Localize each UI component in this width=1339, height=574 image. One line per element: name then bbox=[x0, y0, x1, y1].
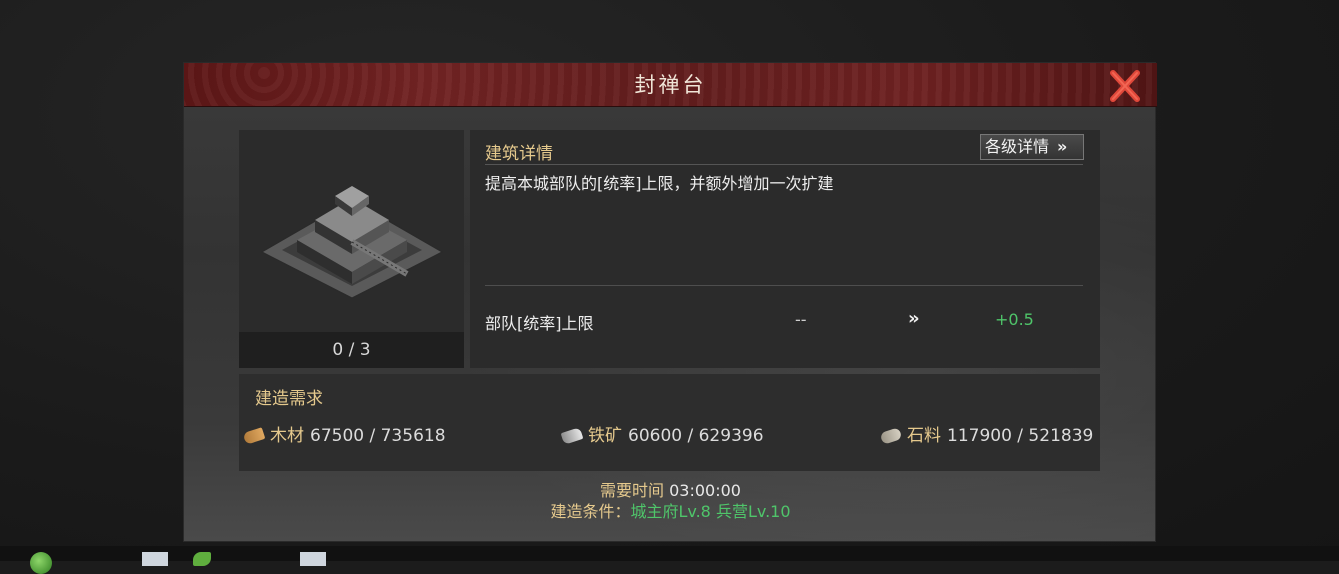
building-altar-image bbox=[260, 186, 444, 299]
divider bbox=[485, 285, 1083, 286]
resource-value: 117900 / 521839 bbox=[947, 426, 1094, 446]
level-details-label: 各级详情 bbox=[985, 137, 1050, 156]
resource-name: 铁矿 bbox=[588, 426, 622, 446]
build-count: 0 / 3 bbox=[332, 340, 371, 360]
resource-value: 60600 / 629396 bbox=[628, 426, 764, 446]
resource-name: 木材 bbox=[270, 426, 304, 446]
details-title: 建筑详情 bbox=[485, 144, 553, 164]
stone-icon bbox=[879, 427, 903, 445]
build-conditions: 建造条件：城主府Lv.8 兵营Lv.10 bbox=[184, 498, 1157, 522]
build-count-bar: 0 / 3 bbox=[239, 332, 464, 368]
close-x-icon bbox=[1110, 70, 1140, 102]
resource-iron: 铁矿 60600 / 629396 bbox=[560, 421, 764, 446]
double-chevron-right-icon: » bbox=[1057, 137, 1068, 156]
level-details-button[interactable]: 各级详情 » bbox=[980, 134, 1084, 160]
app-icon[interactable] bbox=[30, 552, 52, 574]
stat-arrow-icon: » bbox=[908, 308, 920, 329]
build-conditions-label: 建造条件： bbox=[550, 502, 631, 521]
stat-current-value: -- bbox=[795, 310, 807, 329]
window-icon[interactable] bbox=[142, 552, 168, 566]
divider bbox=[485, 164, 1083, 165]
stat-next-value: +0.5 bbox=[995, 310, 1034, 329]
building-dialog: 封禅台 0 / 3 建筑详情 各级详情 » 提高本城部队的[统率]上限，并额外增加… bbox=[183, 62, 1157, 542]
requirements-title: 建造需求 bbox=[255, 389, 323, 409]
requirements-panel: 建造需求 木材 67500 / 735618 铁矿 60600 / 629396 石… bbox=[239, 374, 1100, 471]
building-description: 提高本城部队的[统率]上限，并额外增加一次扩建 bbox=[485, 174, 834, 193]
details-panel: 建筑详情 各级详情 » 提高本城部队的[统率]上限，并额外增加一次扩建 部队[统率… bbox=[470, 130, 1100, 368]
resource-wood: 木材 67500 / 735618 bbox=[242, 421, 446, 446]
dialog-title: 封禅台 bbox=[634, 73, 707, 97]
resource-stone: 石料 117900 / 521839 bbox=[879, 421, 1094, 446]
building-image-panel: 0 / 3 bbox=[239, 130, 464, 368]
resource-value: 67500 / 735618 bbox=[310, 426, 446, 446]
resource-name: 石料 bbox=[907, 426, 941, 446]
close-button[interactable] bbox=[1104, 67, 1146, 105]
window-icon[interactable] bbox=[300, 552, 326, 566]
stat-label: 部队[统率]上限 bbox=[485, 314, 594, 333]
iron-ore-icon bbox=[560, 427, 584, 445]
leaf-icon[interactable] bbox=[193, 552, 211, 566]
wood-icon bbox=[242, 427, 266, 445]
build-conditions-value: 城主府Lv.8 兵营Lv.10 bbox=[630, 502, 791, 521]
